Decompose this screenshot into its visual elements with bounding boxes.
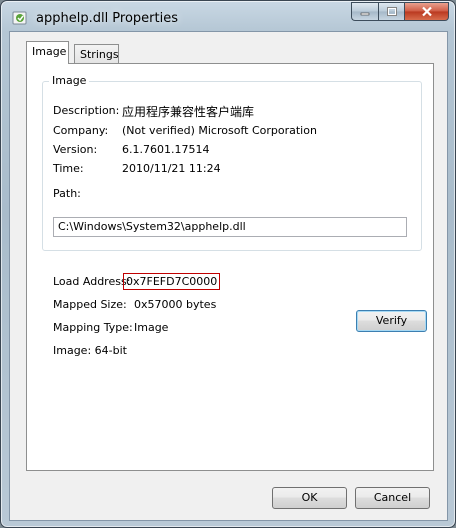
tab-image[interactable]: Image [26, 41, 69, 64]
caption-buttons [351, 2, 449, 22]
tab-strings[interactable]: Strings [74, 44, 119, 64]
close-button[interactable] [404, 2, 449, 21]
title-bar[interactable]: apphelp.dll Properties [1, 1, 455, 35]
verify-button[interactable]: Verify [356, 310, 427, 332]
path-label: Path: [53, 187, 81, 200]
path-field[interactable]: C:\Windows\System32\apphelp.dll [53, 217, 407, 237]
image-bitness: Image: 64-bit [53, 344, 127, 357]
dialog-client-area: Image Strings Image Description: 应用程序兼容性… [9, 31, 448, 521]
mapped-size-label: Mapped Size: [53, 298, 127, 311]
ok-button[interactable]: OK [272, 487, 347, 509]
window-title: apphelp.dll Properties [36, 11, 179, 26]
mapped-size-value: 0x57000 bytes [134, 298, 217, 311]
application-icon [12, 10, 28, 26]
minimize-button[interactable] [351, 2, 378, 21]
company-value: (Not verified) Microsoft Corporation [122, 124, 317, 137]
close-icon [421, 6, 432, 17]
mapping-type-value: Image [134, 321, 169, 334]
version-value: 6.1.7601.17514 [122, 143, 210, 156]
mapping-type-label: Mapping Type: [53, 321, 133, 334]
groupbox-legend: Image [49, 74, 90, 87]
load-address-label: Load Address: [53, 275, 131, 288]
time-label: Time: [53, 162, 84, 175]
image-groupbox: Image Description: 应用程序兼容性客户端库 Company: … [42, 74, 422, 251]
version-label: Version: [53, 143, 98, 156]
minimize-icon [360, 12, 370, 15]
cancel-button[interactable]: Cancel [355, 487, 430, 509]
maximize-button[interactable] [378, 2, 404, 21]
description-label: Description: [53, 104, 120, 117]
properties-window: apphelp.dll Properties Image Strings Ima… [0, 0, 456, 528]
time-value: 2010/11/21 11:24 [122, 162, 221, 175]
company-label: Company: [53, 124, 109, 137]
load-address-value: 0x7FEFD7C0000 [123, 273, 221, 290]
maximize-icon [386, 7, 397, 16]
image-tab-panel: Image Description: 应用程序兼容性客户端库 Company: … [26, 63, 434, 471]
description-value: 应用程序兼容性客户端库 [122, 105, 255, 119]
